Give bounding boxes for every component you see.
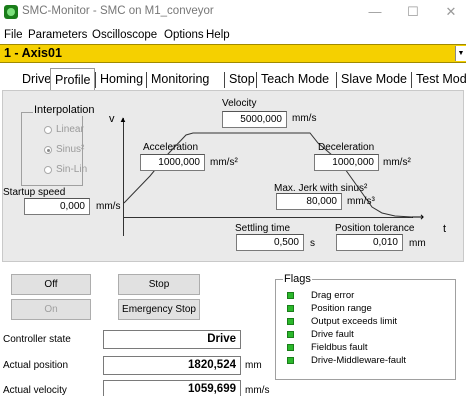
velocity-unit: mm/s — [292, 113, 317, 124]
drag-error-led-icon — [287, 292, 294, 299]
controller-state-value: Drive — [103, 330, 241, 349]
actual-position-value: 1820,524 — [103, 356, 241, 375]
on-button[interactable]: On — [11, 299, 91, 320]
flag-position-range: Position range — [311, 303, 372, 314]
settling-time-unit: s — [310, 238, 315, 249]
output-exceeds-limit-led-icon — [287, 318, 294, 325]
drive-fault-led-icon — [287, 331, 294, 338]
deceleration-unit: mm/s² — [383, 157, 411, 168]
off-button[interactable]: Off — [11, 274, 91, 295]
settling-time-field[interactable]: 0,500 — [236, 234, 304, 251]
position-tolerance-label: Position tolerance — [335, 223, 415, 234]
position-tolerance-unit: mm — [409, 238, 426, 249]
flag-drive-middleware-fault: Drive-Middleware-fault — [311, 355, 407, 366]
startup-speed-field[interactable]: 0,000 — [24, 198, 90, 215]
acceleration-unit: mm/s² — [210, 157, 238, 168]
startup-speed-label: Startup speed — [3, 187, 66, 198]
flag-drag-error: Drag error — [311, 290, 355, 301]
stop-button[interactable]: Stop — [118, 274, 200, 295]
max-jerk-field[interactable]: 80,000 — [276, 193, 342, 210]
flag-fieldbus-fault: Fieldbus fault — [311, 342, 368, 353]
flags-title: Flags — [283, 273, 312, 285]
actual-position-label: Actual position — [3, 360, 69, 371]
controller-state-label: Controller state — [3, 334, 71, 345]
emergency-stop-button[interactable]: Emergency Stop — [118, 299, 200, 320]
max-jerk-unit: mm/s³ — [347, 196, 375, 207]
position-range-led-icon — [287, 305, 294, 312]
flag-output-exceeds-limit: Output exceeds limit — [311, 316, 398, 327]
deceleration-label: Deceleration — [318, 142, 375, 153]
flag-drive-fault: Drive fault — [311, 329, 354, 340]
settling-time-label: Settling time — [235, 223, 291, 234]
velocity-field[interactable]: 5000,000 — [222, 111, 287, 128]
actual-velocity-value: 1059,699 — [103, 380, 241, 396]
position-tolerance-field[interactable]: 0,010 — [336, 234, 403, 251]
actual-velocity-label: Actual velocity — [3, 385, 67, 396]
acceleration-label: Acceleration — [143, 142, 199, 153]
actual-velocity-unit: mm/s — [245, 385, 270, 396]
deceleration-field[interactable]: 1000,000 — [314, 154, 379, 171]
drive-middleware-fault-led-icon — [287, 357, 294, 364]
actual-position-unit: mm — [245, 360, 262, 371]
fieldbus-fault-led-icon — [287, 344, 294, 351]
velocity-label: Velocity — [222, 98, 257, 109]
startup-speed-unit: mm/s — [96, 201, 121, 212]
acceleration-field[interactable]: 1000,000 — [140, 154, 205, 171]
